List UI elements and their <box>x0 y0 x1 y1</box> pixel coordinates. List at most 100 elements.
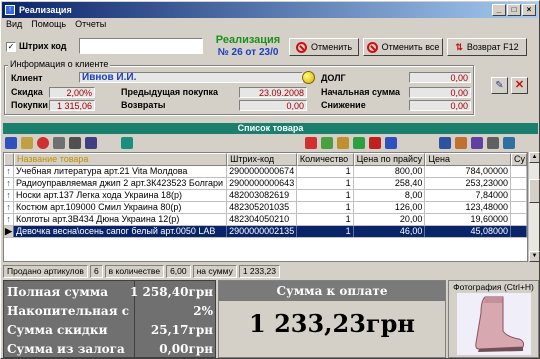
col-name[interactable]: Название товара <box>13 153 228 166</box>
col-sum[interactable]: Су <box>511 153 527 166</box>
window-controls: _ □ × <box>492 4 536 16</box>
discount-field: 2,00% <box>49 87 95 98</box>
table-row[interactable]: ↑ Радиоуправляемая джип 2 арт.3К423523 Бо… <box>4 178 527 190</box>
table-cell: 1 <box>297 214 354 225</box>
quantity-value: 6,00 <box>166 265 191 278</box>
close-button[interactable]: × <box>522 4 536 16</box>
scroll-thumb[interactable] <box>529 179 540 203</box>
row-arrow-up-icon: ↑ <box>4 214 14 225</box>
arrow-up-icon[interactable] <box>353 137 365 149</box>
table-cell: 123,48000 <box>425 202 512 213</box>
sum-value: 1 233,23 <box>238 265 280 278</box>
table-row[interactable]: ↑ Колготы арт.3В434 Дюна Украина 12(р) 482… <box>4 214 527 226</box>
accumulative-row: Накопительная с 2% <box>4 301 217 320</box>
edit-client-button[interactable]: ✎ <box>491 77 508 94</box>
discount-sum-value: 25,17грн <box>150 322 213 337</box>
table-cell: 482003082619 <box>227 190 297 201</box>
return-button[interactable]: ⇅ Возврат F12 <box>447 38 527 56</box>
indicator-column <box>4 153 14 166</box>
table-cell: 800,00 <box>354 166 426 177</box>
arrow-down-icon[interactable] <box>369 137 381 149</box>
debt-field: 0,00 <box>409 72 471 83</box>
prev-purchase-label: Предыдущая покупка <box>121 87 219 97</box>
table-row[interactable]: ↑ Носки арт.137 Легка хода Украина 18(р) 4… <box>4 190 527 202</box>
barcode-checkbox[interactable]: ✓ <box>6 42 16 52</box>
table-row[interactable]: ↑ Костюм арт.109000 Смил Украина 80(р) 482… <box>4 202 527 214</box>
main-window: ↑ Реализация _ □ × Вид Помощь Отчеты ✓ Ш… <box>0 0 540 359</box>
report-icon[interactable] <box>455 137 467 149</box>
returns-field: 0,00 <box>239 100 307 111</box>
goods-vertical-scrollbar[interactable]: ▲ ▼ <box>528 152 540 262</box>
copy-icon[interactable] <box>21 137 33 149</box>
menu-help[interactable]: Помощь <box>31 19 66 32</box>
col-barcode[interactable]: Штрих-код <box>227 153 297 166</box>
export-icon[interactable] <box>85 137 97 149</box>
table-cell <box>511 166 527 177</box>
sold-articles-value: 6 <box>89 265 103 278</box>
pledge-sum-row: Сумма из залога 0,00грн <box>4 339 217 358</box>
full-sum-row: Полная сумма 1 258,40грн <box>4 282 217 301</box>
cancel-button[interactable]: Отменить <box>289 38 359 56</box>
print-preview-icon[interactable] <box>487 137 499 149</box>
edit-icon[interactable] <box>5 137 17 149</box>
menu-reports[interactable]: Отчеты <box>75 19 106 32</box>
start-sum-field: 0,00 <box>409 87 471 98</box>
window-title: Реализация <box>19 5 72 15</box>
discount-sum-label: Сумма скидки <box>7 322 108 337</box>
print-icon[interactable] <box>69 137 81 149</box>
table-row[interactable]: ▶ Девочка весна\осень сапог белый арт.005… <box>4 226 527 238</box>
barcode-input[interactable] <box>79 38 203 54</box>
table-row[interactable]: ↑ Учебная литература арт.21 Vita Молдова 2… <box>4 166 527 178</box>
row-arrow-up-icon: ↑ <box>4 178 14 189</box>
minimize-button[interactable]: _ <box>492 4 506 16</box>
col-list-price[interactable]: Цена по прайсу <box>353 153 426 166</box>
maximize-button[interactable]: □ <box>507 4 521 16</box>
group-icon[interactable] <box>321 137 333 149</box>
sold-articles-label: Продано артикулов <box>3 265 88 278</box>
table-cell: Носки арт.137 Легка хода Украина 18(р) <box>14 190 228 201</box>
table-cell: 126,00 <box>354 202 426 213</box>
settings-icon[interactable] <box>385 137 397 149</box>
table-cell: 8,00 <box>354 190 426 201</box>
table-cell: Учебная литература арт.21 Vita Молдова <box>14 166 228 177</box>
col-price[interactable]: Цена <box>425 153 512 166</box>
table-cell <box>511 202 527 213</box>
excel-icon[interactable] <box>503 137 515 149</box>
chart-icon[interactable] <box>471 137 483 149</box>
sum-label: на сумму <box>192 265 237 278</box>
table-cell: Радиоуправляемая джип 2 арт.3К423523 Бол… <box>14 178 228 189</box>
search-icon[interactable] <box>53 137 65 149</box>
reduction-label: Снижение <box>321 100 366 110</box>
full-sum-label: Полная сумма <box>7 284 109 299</box>
sum-icon[interactable] <box>305 137 317 149</box>
discount-label: Скидка <box>11 87 43 97</box>
scroll-down-button[interactable]: ▼ <box>529 251 540 262</box>
accumulative-value: 2% <box>193 303 213 318</box>
remove-client-button[interactable]: ✕ <box>511 77 528 94</box>
table-cell: 253,23000 <box>425 178 512 189</box>
table-cell: 1 <box>297 226 354 237</box>
product-photo <box>457 293 531 355</box>
return-button-label: Возврат F12 <box>466 42 519 52</box>
cancel-all-button[interactable]: Отменить все <box>363 38 443 56</box>
cancel-icon <box>295 41 307 53</box>
sale-number: № 26 от 23/0 <box>217 47 279 58</box>
menu-view[interactable]: Вид <box>6 19 22 32</box>
refresh-icon[interactable] <box>37 137 49 149</box>
status-bar: Продано артикулов 6 в количестве 6,00 на… <box>3 265 538 278</box>
full-sum-value: 1 258,40грн <box>130 284 213 299</box>
pledge-sum-label: Сумма из залога <box>7 341 125 356</box>
photo-panel[interactable]: Фотография (Ctrl+H) <box>448 280 539 358</box>
calendar-icon[interactable] <box>439 137 451 149</box>
table-cell: 1 <box>297 166 354 177</box>
photo-label: Фотография (Ctrl+H) <box>453 282 534 292</box>
table-cell: 2900000000674 <box>227 166 297 177</box>
table-cell <box>511 190 527 201</box>
col-quantity[interactable]: Количество <box>296 153 354 166</box>
columns-icon[interactable] <box>121 137 133 149</box>
table-cell: 784,00000 <box>425 166 512 177</box>
goods-table-body: ↑ Учебная литература арт.21 Vita Молдова 2… <box>4 166 527 238</box>
filter-icon[interactable] <box>337 137 349 149</box>
purchases-label: Покупки <box>11 100 48 110</box>
scroll-up-button[interactable]: ▲ <box>529 152 540 163</box>
